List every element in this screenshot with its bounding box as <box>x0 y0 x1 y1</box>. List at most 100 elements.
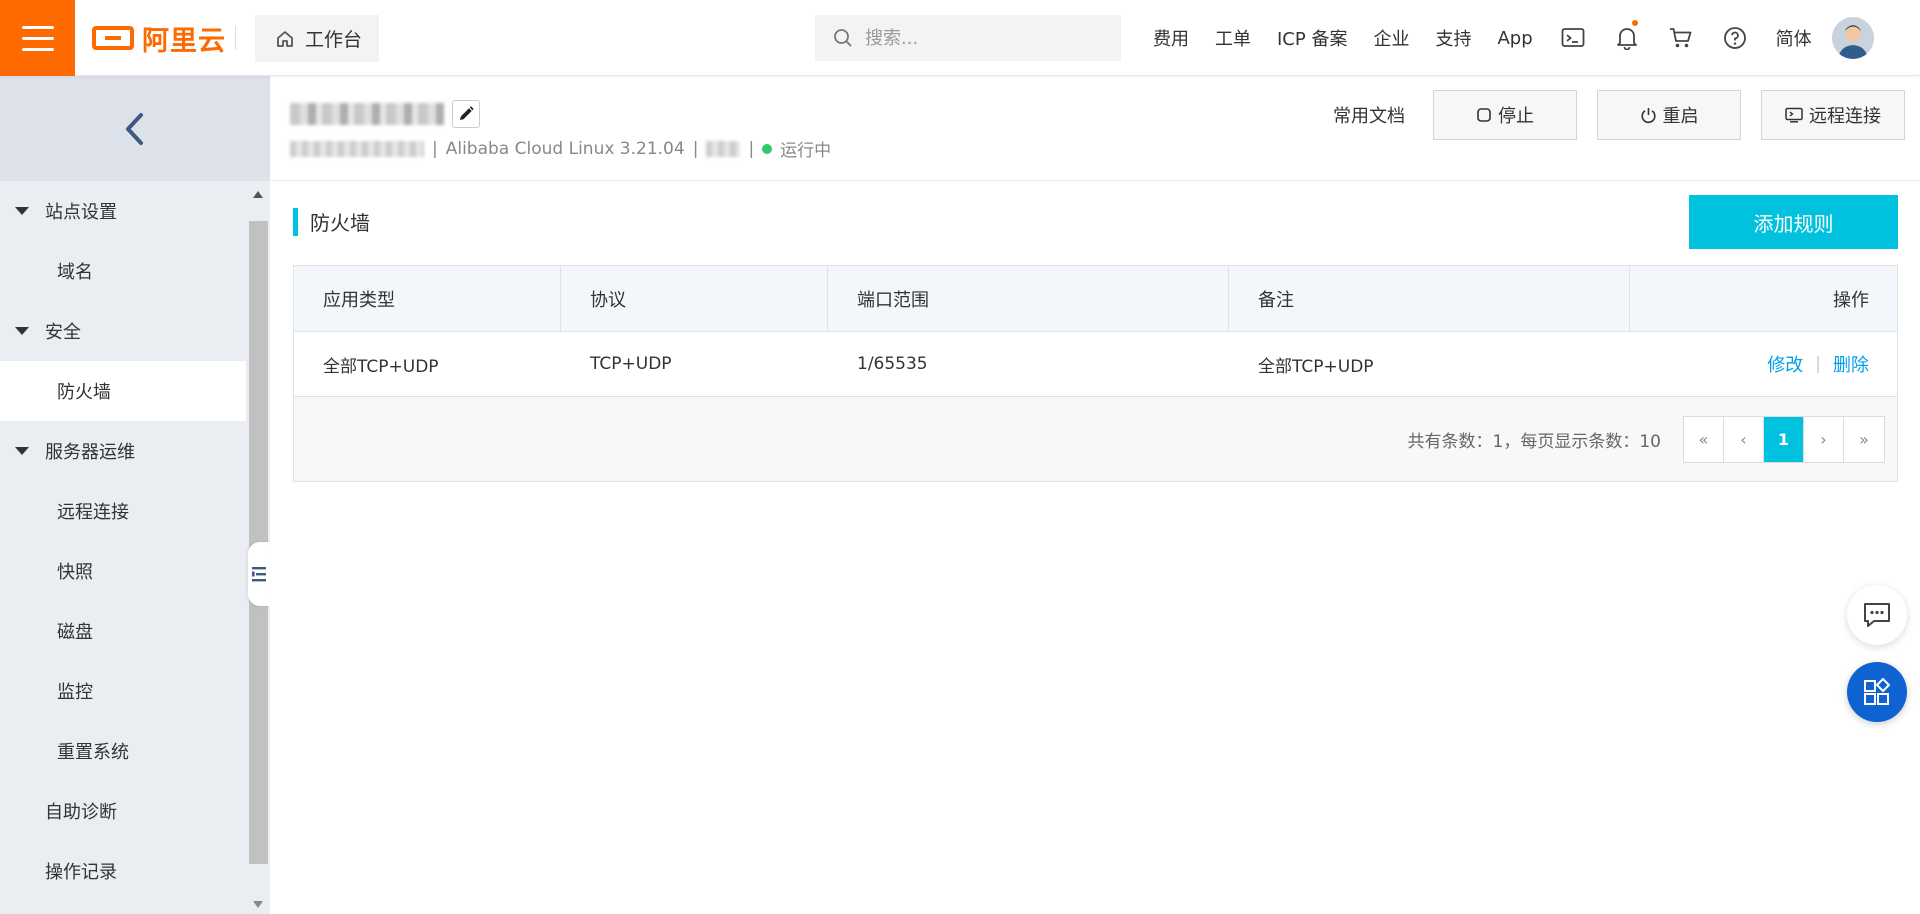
top-nav: 费用 工单 ICP 备案 企业 支持 App 简体 <box>1140 0 1874 76</box>
running-status-dot <box>762 143 773 154</box>
logo-text: 阿里云 <box>142 25 226 57</box>
sidebar: 站点设置 域名 安全 防火墙 服务器运维 远程连接 快照 磁盘 监控 重置系统 … <box>0 76 270 914</box>
apps-float-button[interactable] <box>1847 662 1907 722</box>
hamburger-menu-button[interactable] <box>0 0 75 76</box>
table-header: 应用类型 协议 端口范围 备注 操作 <box>294 266 1897 332</box>
instance-meta: | Alibaba Cloud Linux 3.21.04 | | 运行中 <box>290 136 831 161</box>
first-page-button[interactable]: « <box>1684 416 1724 462</box>
workbench-button[interactable]: 工作台 <box>255 15 379 62</box>
nav-link-billing[interactable]: 费用 <box>1140 25 1202 51</box>
section-title: 防火墙 <box>293 207 370 236</box>
caret-down-icon <box>15 327 29 335</box>
sidebar-item-snapshot[interactable]: 快照 <box>0 541 246 601</box>
sidebar-item-reset-system[interactable]: 重置系统 <box>0 721 246 781</box>
hamburger-line <box>21 47 54 51</box>
sidebar-item-operation-log[interactable]: 操作记录 <box>0 841 246 901</box>
apps-grid-icon <box>1864 678 1890 705</box>
instance-name <box>290 100 480 128</box>
help-button[interactable] <box>1708 0 1762 76</box>
column-header-note: 备注 <box>1229 266 1630 331</box>
nav-link-tickets[interactable]: 工单 <box>1202 25 1264 51</box>
remote-connect-label: 远程连接 <box>1809 106 1881 127</box>
restart-button[interactable]: 重启 <box>1597 90 1741 140</box>
pagination-summary: 共有条数：1，每页显示条数：10 <box>1407 431 1661 452</box>
pagination: « ‹ 1 › » <box>1683 415 1885 463</box>
sidebar-item-self-diagnosis[interactable]: 自助诊断 <box>0 781 246 841</box>
cloud-shell-button[interactable] <box>1546 0 1600 76</box>
sidebar-back-button[interactable] <box>0 76 270 181</box>
hamburger-line <box>21 25 54 29</box>
sidebar-item-monitor[interactable]: 监控 <box>0 661 246 721</box>
column-header-app-type: 应用类型 <box>294 266 561 331</box>
instance-header: | Alibaba Cloud Linux 3.21.04 | | 运行中 常用… <box>270 76 1920 181</box>
cart-button[interactable] <box>1654 0 1708 76</box>
edit-name-button[interactable] <box>452 100 480 128</box>
bell-icon <box>1616 28 1637 50</box>
next-page-button[interactable]: › <box>1804 416 1844 462</box>
meta-separator: | <box>692 138 699 159</box>
add-rule-button[interactable]: 添加规则 <box>1689 195 1898 249</box>
notification-badge-dot <box>1631 20 1638 26</box>
instance-os: Alibaba Cloud Linux 3.21.04 <box>445 138 685 159</box>
common-docs-link[interactable]: 常用文档 <box>1333 102 1405 128</box>
meta-separator: | <box>432 138 438 159</box>
remote-desktop-icon <box>1785 107 1803 123</box>
cell-protocol: TCP+UDP <box>590 354 672 374</box>
nav-link-enterprise[interactable]: 企业 <box>1360 25 1422 51</box>
edit-rule-link[interactable]: 修改 <box>1767 351 1803 377</box>
restart-label: 重启 <box>1662 106 1699 127</box>
hamburger-line <box>21 36 54 40</box>
prev-page-button[interactable]: ‹ <box>1724 416 1764 462</box>
stop-label: 停止 <box>1498 106 1534 127</box>
menu-group-server-ops[interactable]: 服务器运维 <box>0 421 246 481</box>
nav-link-support[interactable]: 支持 <box>1422 25 1484 51</box>
sidebar-item-remote-connect[interactable]: 远程连接 <box>0 481 246 541</box>
current-page-button[interactable]: 1 <box>1764 416 1804 462</box>
sidebar-item-disk[interactable]: 磁盘 <box>0 601 246 661</box>
notifications-button[interactable] <box>1600 0 1654 76</box>
cell-app-type: 全部TCP+UDP <box>323 356 439 377</box>
nav-link-app[interactable]: App <box>1484 28 1545 49</box>
power-icon <box>1640 107 1656 123</box>
delete-rule-link[interactable]: 删除 <box>1833 351 1869 377</box>
cell-port-range: 1/65535 <box>857 354 928 374</box>
stop-button[interactable]: 停止 <box>1433 90 1577 140</box>
last-page-button[interactable]: » <box>1844 417 1884 462</box>
chat-float-button[interactable] <box>1847 585 1907 645</box>
sidebar-item-domain[interactable]: 域名 <box>0 241 246 301</box>
indent-menu-icon <box>252 567 266 582</box>
meta-separator: | <box>748 138 755 159</box>
scroll-up-arrow-icon[interactable] <box>253 191 263 198</box>
instance-actions: 常用文档 停止 重启 远程连接 <box>1333 90 1905 140</box>
user-avatar[interactable] <box>1831 17 1874 59</box>
title-accent-bar <box>293 207 298 236</box>
table-footer: 共有条数：1，每页显示条数：10 « ‹ 1 › » <box>294 397 1897 481</box>
instance-name-redacted <box>290 103 444 125</box>
instance-ip-redacted <box>706 140 741 157</box>
instance-id-redacted <box>290 140 424 157</box>
sidebar-item-firewall[interactable]: 防火墙 <box>0 361 246 421</box>
avatar-icon <box>1831 17 1874 59</box>
pencil-icon <box>460 106 474 120</box>
caret-down-icon <box>15 447 29 455</box>
search-box[interactable] <box>815 15 1121 61</box>
firewall-table: 应用类型 协议 端口范围 备注 操作 全部TCP+UDP TCP+UDP 1/6… <box>293 265 1898 482</box>
menu-group-label: 站点设置 <box>45 202 117 223</box>
logo-divider <box>235 26 236 50</box>
cart-icon <box>1669 28 1692 48</box>
column-header-port-range: 端口范围 <box>828 266 1229 331</box>
terminal-icon <box>1561 28 1585 47</box>
workbench-label: 工作台 <box>305 29 363 51</box>
scroll-down-arrow-icon[interactable] <box>253 901 263 908</box>
menu-group-site-settings[interactable]: 站点设置 <box>0 181 246 241</box>
search-input[interactable] <box>865 27 1105 49</box>
menu-group-security[interactable]: 安全 <box>0 301 246 361</box>
language-switch[interactable]: 简体 <box>1762 25 1832 51</box>
nav-link-icp[interactable]: ICP 备案 <box>1264 25 1360 51</box>
column-header-protocol: 协议 <box>561 266 828 331</box>
aliyun-logo[interactable]: 阿里云 <box>92 20 226 57</box>
home-icon <box>277 30 293 47</box>
sidebar-toggle-handle[interactable] <box>248 542 270 606</box>
column-header-actions: 操作 <box>1833 289 1869 311</box>
remote-connect-button[interactable]: 远程连接 <box>1761 90 1905 140</box>
